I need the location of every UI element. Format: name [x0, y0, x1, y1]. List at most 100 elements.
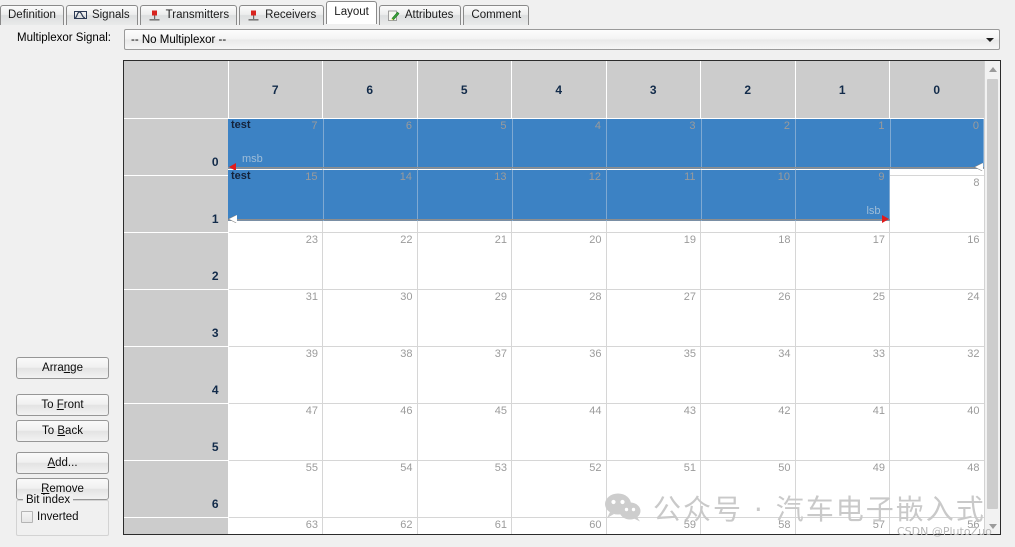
bit-number: 8 [973, 177, 980, 189]
column-header-6[interactable]: 6 [322, 61, 418, 119]
tab-receivers[interactable]: Receivers [239, 5, 325, 25]
bit-number: 57 [872, 519, 885, 531]
column-header-3[interactable]: 3 [606, 61, 701, 119]
bit-cell[interactable]: 48 [889, 460, 984, 518]
bit-cell[interactable]: 28 [511, 289, 607, 347]
tab-layout[interactable]: Layout [326, 1, 377, 24]
bit-cell[interactable]: 25 [795, 289, 890, 347]
column-header-2[interactable]: 2 [700, 61, 796, 119]
column-header-1[interactable]: 1 [795, 61, 890, 119]
signal-start-marker[interactable] [975, 163, 983, 172]
bit-cell[interactable]: 62 [322, 517, 418, 534]
tab-definition[interactable]: Definition [0, 5, 64, 25]
bit-cell[interactable]: 41 [795, 403, 890, 461]
grid-viewport[interactable]: 76543210 0765432101151413121110982232221… [124, 61, 984, 534]
bit-number: 42 [778, 405, 791, 417]
grid-vertical-scrollbar[interactable] [984, 61, 1000, 534]
bit-cell[interactable]: 32 [889, 346, 984, 404]
signal-start-marker[interactable] [229, 214, 237, 223]
bit-cell[interactable]: 23 [228, 232, 323, 290]
bit-cell[interactable]: 26 [700, 289, 796, 347]
tab-label: Transmitters [165, 8, 230, 21]
bit-cell[interactable]: 21 [417, 232, 512, 290]
row-header-3[interactable]: 3 [124, 289, 229, 347]
row-header-2[interactable]: 2 [124, 232, 229, 290]
bit-cell[interactable]: 55 [228, 460, 323, 518]
row-header-1[interactable]: 1 [124, 175, 229, 233]
inverted-checkbox[interactable]: Inverted [21, 511, 79, 523]
triangle-up-icon[interactable] [985, 61, 1000, 77]
bit-cell[interactable]: 17 [795, 232, 890, 290]
bit-cell[interactable]: 49 [795, 460, 890, 518]
bit-cell[interactable]: 44 [511, 403, 607, 461]
bit-cell[interactable]: 63 [228, 517, 323, 534]
add-button[interactable]: Add... [16, 452, 109, 474]
tab-transmitters[interactable]: Transmitters [139, 5, 238, 25]
bit-cell[interactable]: 34 [700, 346, 796, 404]
tab-comment[interactable]: Comment [463, 5, 530, 25]
row-header-7[interactable]: 7 [124, 517, 229, 534]
bit-cell[interactable]: 57 [795, 517, 890, 534]
bit-cell[interactable]: 52 [511, 460, 607, 518]
bit-cell[interactable]: 29 [417, 289, 512, 347]
bit-cell[interactable]: 60 [511, 517, 607, 534]
bit-number: 20 [589, 234, 602, 246]
arrange-button[interactable]: Arrange [16, 357, 109, 379]
column-header-0[interactable]: 0 [889, 61, 984, 119]
bit-cell[interactable]: 61 [417, 517, 512, 534]
multiplexor-signal-select[interactable]: -- No Multiplexor -- [124, 29, 1000, 50]
bit-cell[interactable]: 30 [322, 289, 418, 347]
bit-cell[interactable]: 20 [511, 232, 607, 290]
bit-number: 58 [778, 519, 791, 531]
signal-endpoint-marker[interactable] [881, 214, 889, 223]
bit-cell[interactable]: 46 [322, 403, 418, 461]
bit-number: 6 [405, 120, 412, 132]
checkbox-box-icon[interactable] [21, 511, 33, 523]
column-header-7[interactable]: 7 [228, 61, 323, 119]
bit-number: 40 [967, 405, 980, 417]
bit-cell[interactable]: 50 [700, 460, 796, 518]
bit-cell[interactable]: 27 [606, 289, 701, 347]
bit-cell[interactable]: 8 [889, 175, 984, 233]
bit-cell[interactable]: 38 [322, 346, 418, 404]
row-header-4[interactable]: 4 [124, 346, 229, 404]
bit-cell[interactable]: 53 [417, 460, 512, 518]
tab-signals[interactable]: Signals [65, 5, 138, 25]
bit-number: 36 [589, 348, 602, 360]
column-header-4[interactable]: 4 [511, 61, 607, 119]
bit-layout-grid-panel[interactable]: 76543210 0765432101151413121110982232221… [123, 60, 1001, 535]
tab-attributes[interactable]: Attributes [378, 5, 462, 25]
bit-cell[interactable]: 47 [228, 403, 323, 461]
bit-cell[interactable]: 43 [606, 403, 701, 461]
column-header-5[interactable]: 5 [417, 61, 512, 119]
bit-cell[interactable]: 37 [417, 346, 512, 404]
bit-cell[interactable]: 45 [417, 403, 512, 461]
to-front-button[interactable]: To Front [16, 394, 109, 416]
row-header-5[interactable]: 5 [124, 403, 229, 461]
bit-cell[interactable]: 35 [606, 346, 701, 404]
bit-cell[interactable]: 16 [889, 232, 984, 290]
bit-cell[interactable]: 31 [228, 289, 323, 347]
bit-cell[interactable]: 19 [606, 232, 701, 290]
bit-cell[interactable]: 24 [889, 289, 984, 347]
row-header-6[interactable]: 6 [124, 460, 229, 518]
row-header-0[interactable]: 0 [124, 118, 229, 176]
chevron-down-icon[interactable] [980, 30, 999, 49]
bit-cell[interactable]: 22 [322, 232, 418, 290]
bit-cell[interactable]: 18 [700, 232, 796, 290]
scrollbar-thumb[interactable] [987, 79, 998, 509]
bit-index-group-title: Bit index [23, 494, 74, 506]
bit-cell[interactable]: 51 [606, 460, 701, 518]
bit-cell[interactable]: 59 [606, 517, 701, 534]
bit-cell[interactable]: 58 [700, 517, 796, 534]
bit-cell[interactable]: 42 [700, 403, 796, 461]
bit-cell[interactable]: 54 [322, 460, 418, 518]
bit-cell[interactable]: 33 [795, 346, 890, 404]
signal-block[interactable]: test 7 6 5 4 3 2 1 0 msb [228, 119, 984, 170]
bit-cell[interactable]: 39 [228, 346, 323, 404]
signal-block[interactable]: test 15 14 13 12 11 10 9 lsb [228, 170, 890, 221]
bit-cell[interactable]: 36 [511, 346, 607, 404]
bit-cell[interactable]: 40 [889, 403, 984, 461]
pencil-icon [387, 9, 400, 22]
to-back-button[interactable]: To Back [16, 420, 109, 442]
